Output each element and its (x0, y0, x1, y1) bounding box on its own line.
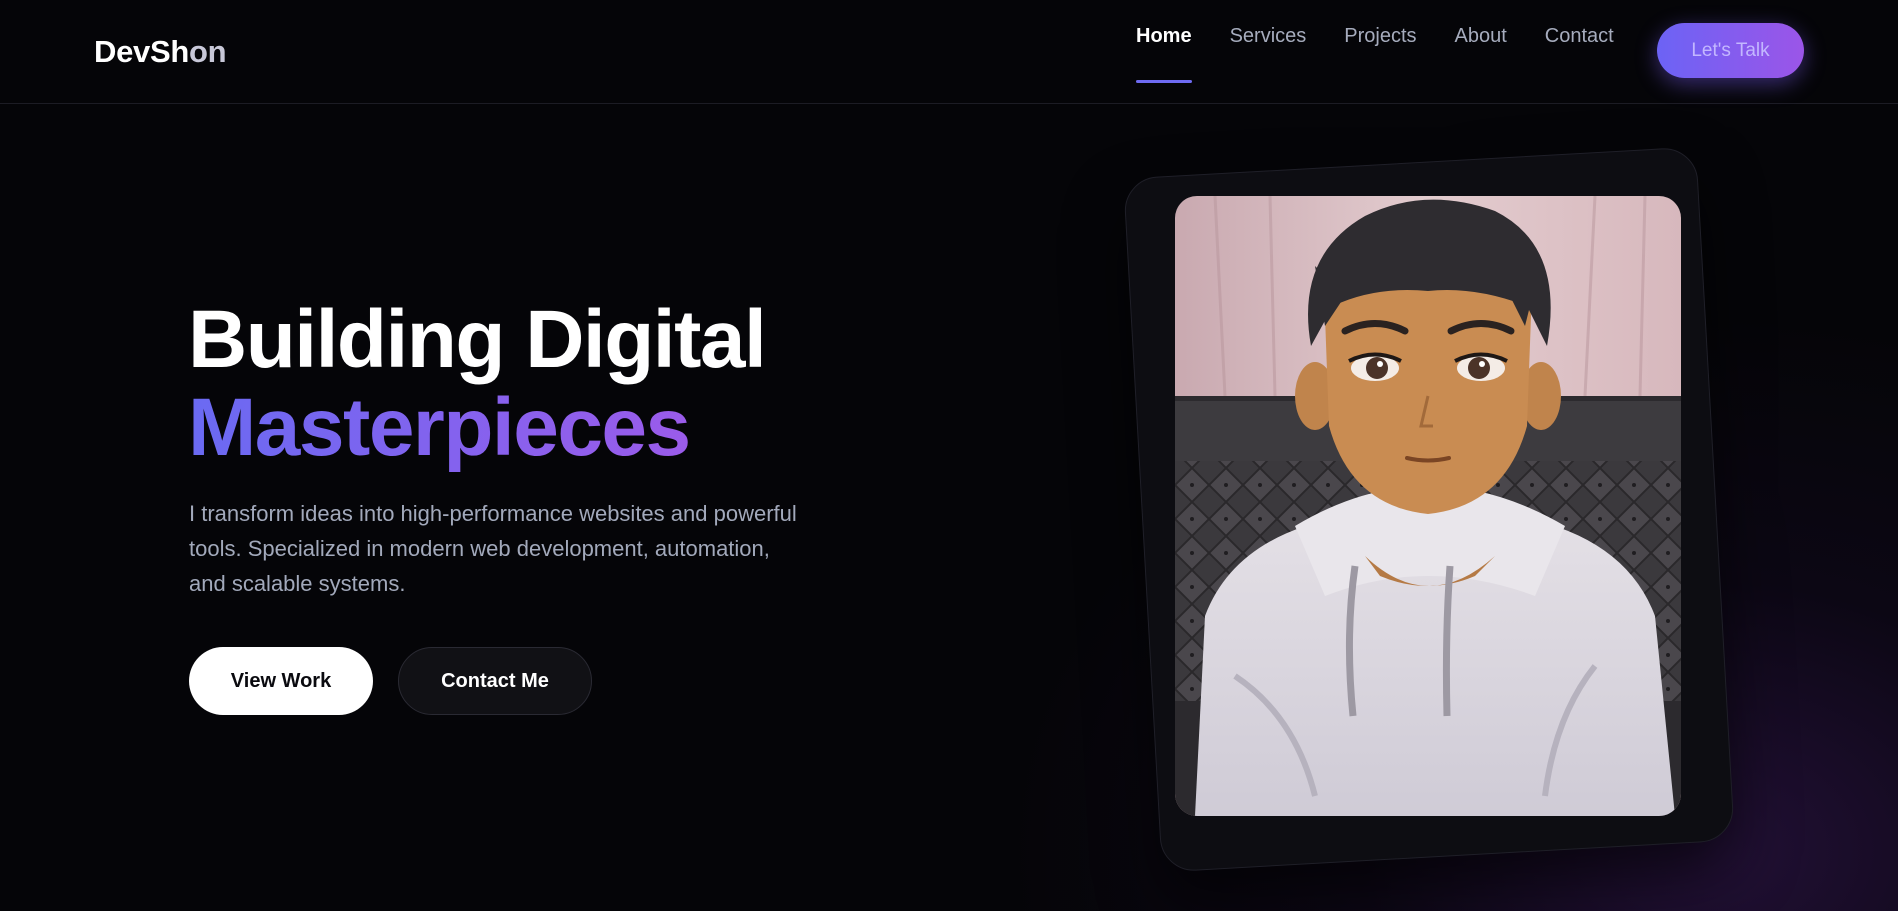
contact-me-button[interactable]: Contact Me (398, 647, 592, 715)
hero-title-line1: Building Digital (188, 294, 767, 385)
hero-title: Building Digital Masterpieces (188, 294, 767, 472)
site-logo[interactable]: DevShon (94, 34, 227, 70)
hero-title-line2: Masterpieces (188, 384, 765, 472)
hero-description: I transform ideas into high-performance … (189, 501, 797, 596)
nav-contact[interactable]: Contact (1545, 25, 1614, 83)
nav-home[interactable]: Home (1136, 25, 1192, 83)
logo-text-part2: on (188, 34, 227, 69)
nav-services[interactable]: Services (1230, 25, 1307, 83)
nav-projects[interactable]: Projects (1344, 25, 1416, 83)
nav-about[interactable]: About (1455, 25, 1507, 83)
logo-text-part1: DevSh (94, 34, 189, 69)
site-header: DevShon Home Services Projects About Con… (0, 0, 1898, 104)
view-work-button[interactable]: View Work (189, 647, 373, 715)
profile-illustration (1175, 196, 1681, 816)
lets-talk-button[interactable]: Let's Talk (1657, 23, 1804, 78)
main-nav: Home Services Projects About Contact (1136, 25, 1652, 83)
